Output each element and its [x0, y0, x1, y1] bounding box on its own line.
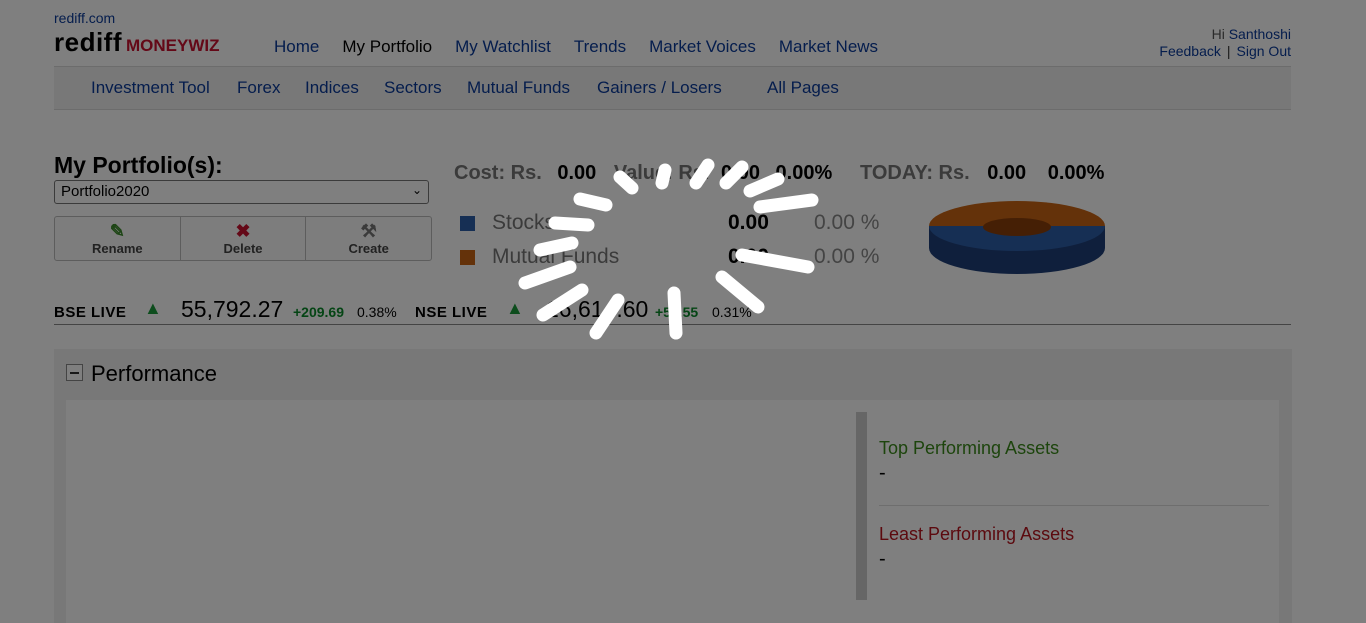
loading-overlay: [0, 0, 1366, 623]
loading-spinner-icon: [518, 158, 819, 340]
